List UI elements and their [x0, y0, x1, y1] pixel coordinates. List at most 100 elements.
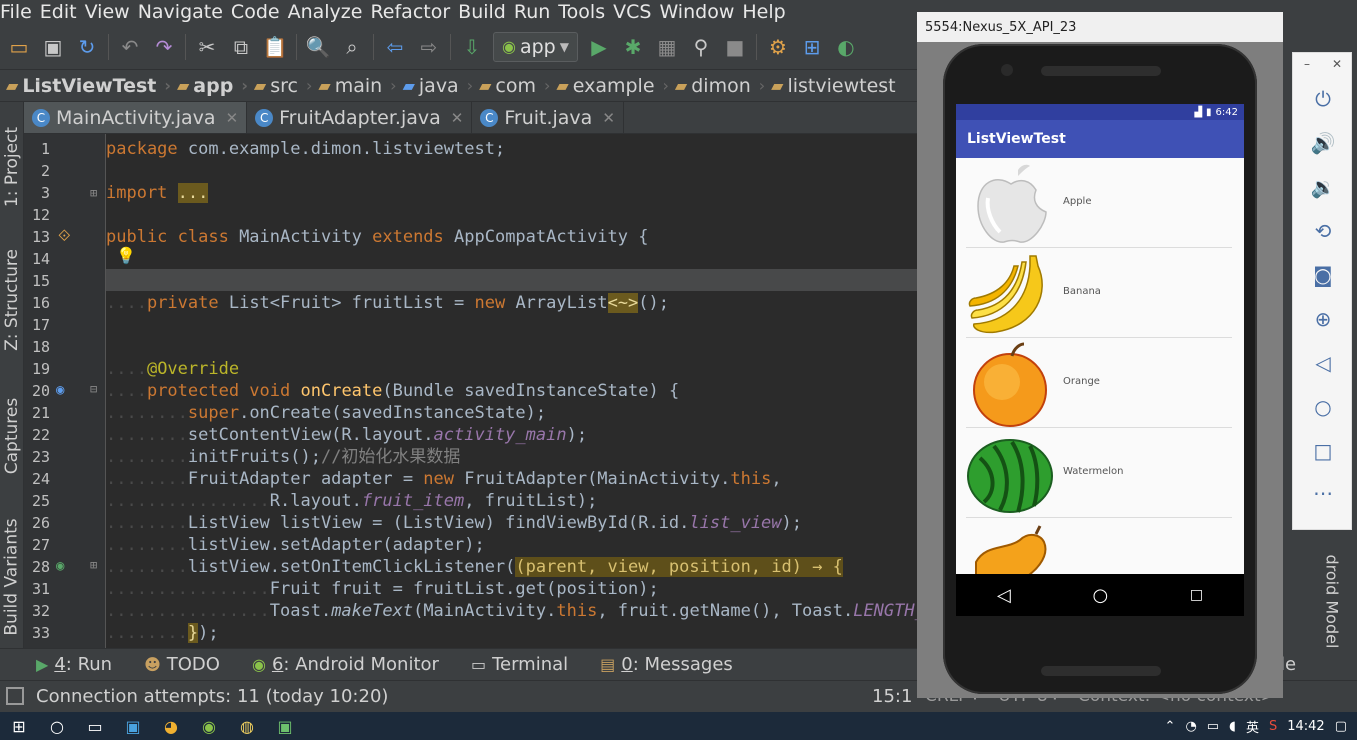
emulator-icon[interactable]: ▣ — [266, 712, 304, 740]
breadcrumb-item[interactable]: ▰ ListViewTest › — [6, 75, 177, 97]
fruit-list-view[interactable]: Apple Banana Orange Watermelon — [956, 158, 1244, 574]
menu-tools[interactable]: Tools — [558, 1, 613, 23]
breadcrumb-item[interactable]: ▰ java › — [403, 75, 480, 97]
nav-back-icon[interactable]: ◁ — [997, 585, 1011, 606]
overview-icon[interactable]: □ — [1293, 439, 1353, 463]
run-icon[interactable]: ▶ — [582, 30, 616, 64]
breadcrumb-item[interactable]: ▰ src › — [254, 75, 318, 97]
tool-window-toggle-icon[interactable] — [6, 687, 24, 705]
fold-collapse-icon[interactable]: ⊟ — [90, 382, 97, 396]
fold-expand-icon[interactable]: ⊞ — [90, 186, 97, 200]
android-studio-icon[interactable]: ◉ — [190, 712, 228, 740]
home-icon[interactable]: ○ — [1293, 395, 1353, 419]
attach-debugger-icon[interactable]: ⚲ — [684, 30, 718, 64]
notification-icon[interactable]: ▢ — [1335, 719, 1347, 734]
right-bottom-tab[interactable]: ole — [1269, 648, 1357, 680]
breadcrumb-item[interactable]: ▰ listviewtest — [771, 75, 901, 97]
menu-build[interactable]: Build — [458, 1, 514, 23]
project-structure-icon[interactable]: ⊞ — [795, 30, 829, 64]
save-icon[interactable]: ▣ — [36, 30, 70, 64]
implements-icon[interactable]: ◉ — [56, 558, 64, 574]
find-icon[interactable]: 🔍 — [301, 30, 335, 64]
folded-imports[interactable]: ... — [177, 183, 209, 203]
menu-run[interactable]: Run — [514, 1, 558, 23]
tab-fruitadapter[interactable]: C FruitAdapter.java ✕ — [247, 102, 473, 133]
tab-mainactivity[interactable]: C MainActivity.java ✕ — [24, 102, 248, 133]
paste-icon[interactable]: 📋 — [258, 30, 292, 64]
menu-help[interactable]: Help — [742, 1, 793, 23]
activity-layout-icon[interactable]: ⟐ — [58, 226, 71, 246]
search-icon[interactable]: ○ — [38, 712, 76, 740]
zoom-icon[interactable]: ⊕ — [1293, 307, 1353, 331]
app-icon[interactable]: ▣ — [114, 712, 152, 740]
wechat-icon[interactable]: ◍ — [228, 712, 266, 740]
menu-vcs[interactable]: VCS — [613, 1, 659, 23]
keyboard-icon[interactable]: ▭ — [1207, 719, 1219, 734]
right-tool-strip[interactable]: droid Model — [1323, 530, 1357, 648]
menu-refactor[interactable]: Refactor — [370, 1, 458, 23]
ime-indicator[interactable]: 英 — [1246, 717, 1259, 736]
list-item[interactable]: Banana — [966, 248, 1232, 338]
chrome-icon[interactable]: ◕ — [152, 712, 190, 740]
wifi-icon[interactable]: ◔ — [1185, 719, 1196, 734]
android-monitor-tool-tab[interactable]: ◉ 6: Android Monitor — [252, 654, 439, 675]
volume-up-icon[interactable]: 🔊 — [1293, 131, 1353, 155]
breadcrumb-item[interactable]: ▰ example › — [556, 75, 675, 97]
menu-code[interactable]: Code — [231, 1, 288, 23]
back-icon[interactable]: ⇦ — [378, 30, 412, 64]
more-icon[interactable]: ⋯ — [1293, 481, 1353, 505]
forward-icon[interactable]: ⇨ — [412, 30, 446, 64]
tab-fruit[interactable]: C Fruit.java ✕ — [472, 102, 624, 133]
breadcrumb-item[interactable]: ▰ dimon › — [675, 75, 771, 97]
copy-icon[interactable]: ⧉ — [224, 30, 258, 64]
structure-tool-tab[interactable]: Z: Structure — [0, 240, 24, 360]
todo-tool-tab[interactable]: ☻ TODO — [144, 654, 220, 675]
rotate-icon[interactable]: ⟲ — [1293, 219, 1353, 243]
captures-tool-tab[interactable]: Captures — [0, 386, 24, 486]
fold-expand-icon[interactable]: ⊞ — [90, 558, 97, 572]
power-icon[interactable]: ⏻ — [1293, 87, 1353, 111]
sync-icon[interactable]: ↻ — [70, 30, 104, 64]
folded-lambda[interactable]: (parent, view, position, id) → { — [515, 557, 843, 577]
override-icon[interactable]: ◉ — [56, 382, 64, 398]
make-project-icon[interactable]: ⇩ — [455, 30, 489, 64]
menu-analyze[interactable]: Analyze — [288, 1, 371, 23]
list-item[interactable]: Watermelon — [966, 428, 1232, 518]
stop-icon[interactable]: ■ — [718, 30, 752, 64]
list-item[interactable] — [966, 518, 1232, 574]
terminal-tool-tab[interactable]: ▭ Terminal — [471, 654, 568, 675]
redo-icon[interactable]: ↷ — [147, 30, 181, 64]
menu-edit[interactable]: Edit — [40, 1, 85, 23]
back-icon[interactable]: ◁ — [1293, 351, 1353, 375]
project-tool-tab[interactable]: 1: Project — [0, 112, 24, 222]
open-folder-icon[interactable]: ▭ — [2, 30, 36, 64]
code-editor[interactable]: 1 2 3 12 13 14 15 16 17 18 19 20 21 22 2… — [24, 134, 917, 648]
messages-tool-tab[interactable]: ▤ 0: Messages — [600, 654, 733, 675]
sogou-icon[interactable]: S — [1269, 719, 1277, 734]
build-variants-tool-tab[interactable]: Build Variants — [0, 510, 24, 644]
close-icon[interactable]: ✕ — [451, 109, 464, 127]
caret-position[interactable]: 15:1 — [872, 686, 912, 707]
minimize-icon[interactable]: – — [1304, 57, 1310, 71]
list-item[interactable]: Orange — [966, 338, 1232, 428]
device-screen[interactable]: ▟ ▮ 6:42 ListViewTest Apple Banana Orang… — [956, 104, 1244, 616]
menu-view[interactable]: View — [85, 1, 138, 23]
menu-file[interactable]: File — [0, 1, 40, 23]
debug-icon[interactable]: ✱ — [616, 30, 650, 64]
coverage-icon[interactable]: ▦ — [650, 30, 684, 64]
emulator-title-bar[interactable]: 5554:Nexus_5X_API_23 — [917, 12, 1283, 42]
sdk-manager-icon[interactable]: ◐ — [829, 30, 863, 64]
close-icon[interactable]: ✕ — [1332, 57, 1342, 71]
run-tool-tab[interactable]: ▶ 4: Run — [36, 654, 112, 675]
chevron-up-icon[interactable]: ⌃ — [1165, 719, 1176, 734]
close-icon[interactable]: ✕ — [226, 109, 239, 127]
close-icon[interactable]: ✕ — [602, 109, 615, 127]
breadcrumb-item[interactable]: ▰ com › — [479, 75, 556, 97]
settings-icon[interactable]: ⚙ — [761, 30, 795, 64]
undo-icon[interactable]: ↶ — [113, 30, 147, 64]
menu-navigate[interactable]: Navigate — [138, 1, 231, 23]
lightbulb-icon[interactable]: 💡 — [116, 246, 136, 265]
nav-home-icon[interactable]: ○ — [1092, 585, 1108, 606]
replace-icon[interactable]: ⌕ — [335, 30, 369, 64]
menu-window[interactable]: Window — [659, 1, 742, 23]
